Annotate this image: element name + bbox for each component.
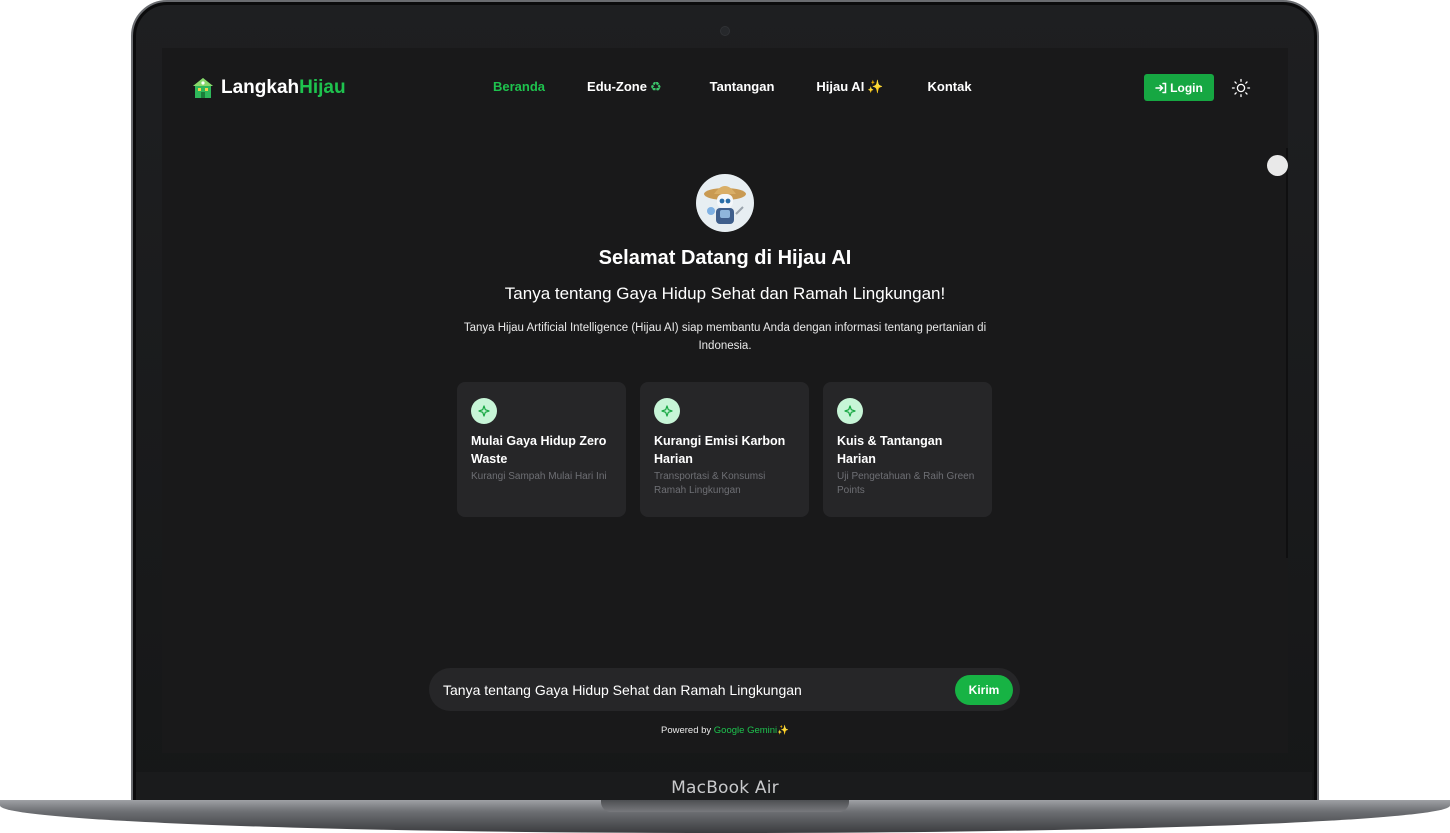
recycle-icon: ♻ — [649, 79, 662, 94]
top-navbar: LangkahHijau Beranda Edu-Zone ♻ Tantangan… — [162, 48, 1288, 128]
green-building-icon — [193, 78, 213, 98]
send-button[interactable]: Kirim — [955, 675, 1013, 705]
scroll-handle[interactable] — [1267, 155, 1288, 176]
sparkles-icon: ✨ — [867, 79, 884, 94]
nav-item-label: Hijau AI — [816, 79, 865, 94]
powered-by-footer: Powered by Google Gemini✨ — [162, 725, 1288, 736]
gemini-link[interactable]: Google Gemini — [714, 725, 777, 736]
brand-name-part1: Langkah — [221, 77, 300, 98]
sparkle-icon — [471, 398, 497, 424]
nav-item-label: Kontak — [927, 79, 972, 94]
powered-by-prefix: Powered by — [660, 725, 712, 736]
sparkle-icon — [837, 398, 863, 424]
farmer-robot-avatar-icon — [704, 186, 746, 224]
suggestion-card-emisi-karbon[interactable]: Kurangi Emisi Karbon Harian Transportasi… — [640, 382, 809, 517]
hijau-ai-avatar — [696, 174, 754, 232]
device-label: MacBook Air — [671, 778, 779, 798]
card-title: Kurangi Emisi Karbon Harian — [654, 434, 786, 466]
card-title: Mulai Gaya Hidup Zero Waste — [471, 434, 607, 466]
chat-input-bar: Kirim — [429, 668, 1020, 711]
nav-item-kontak[interactable]: Kontak — [928, 79, 972, 95]
hero-title: Selamat Datang di Hijau AI — [598, 247, 852, 269]
brand-name: LangkahHijau — [221, 77, 346, 99]
card-description: Transportasi & Konsumsi Ramah Lingkungan — [654, 471, 766, 496]
login-arrow-icon — [1155, 82, 1167, 93]
hero-description: Tanya Hijau Artificial Intelligence (Hij… — [463, 322, 987, 352]
card-description: Uji Pengetahuan & Raih Green Points — [837, 471, 975, 496]
nav-item-tantangan[interactable]: Tantangan — [710, 79, 775, 95]
suggestion-card-zero-waste[interactable]: Mulai Gaya Hidup Zero Waste Kurangi Samp… — [457, 382, 626, 517]
camera-icon — [721, 27, 729, 35]
hero-subtitle: Tanya tentang Gaya Hidup Sehat dan Ramah… — [504, 284, 946, 303]
brand-logo-link[interactable]: LangkahHijau — [191, 77, 346, 99]
nav-item-label: Beranda — [493, 79, 546, 94]
nav-item-beranda[interactable]: Beranda — [493, 79, 545, 95]
card-description: Kurangi Sampah Mulai Hari Ini — [471, 471, 607, 482]
nav-item-label: Tantangan — [709, 79, 775, 94]
login-label: Login — [1170, 80, 1203, 95]
nav-item-label: Edu-Zone — [587, 79, 647, 94]
sparkles-icon: ✨ — [777, 725, 790, 736]
sun-icon[interactable] — [1231, 78, 1251, 98]
nav-menu: Beranda Edu-Zone ♻ Tantangan Hijau AI ✨ Ko… — [493, 79, 972, 95]
login-button[interactable]: Login — [1144, 74, 1214, 101]
nav-item-hijau-ai[interactable]: Hijau AI ✨ — [816, 79, 883, 95]
suggestion-cards: Mulai Gaya Hidup Zero Waste Kurangi Samp… — [457, 382, 992, 517]
chat-input[interactable] — [443, 668, 943, 711]
scrollbar-track[interactable] — [1286, 148, 1288, 558]
card-title: Kuis & Tantangan Harian — [837, 434, 943, 466]
sparkle-icon — [654, 398, 680, 424]
app-screen: LangkahHijau Beranda Edu-Zone ♻ Tantangan… — [162, 48, 1288, 753]
nav-item-edu-zone[interactable]: Edu-Zone ♻ — [587, 79, 662, 95]
laptop-opening-notch — [601, 800, 849, 812]
suggestion-card-kuis[interactable]: Kuis & Tantangan Harian Uji Pengetahuan … — [823, 382, 992, 517]
brand-name-part2: Hijau — [299, 77, 346, 98]
